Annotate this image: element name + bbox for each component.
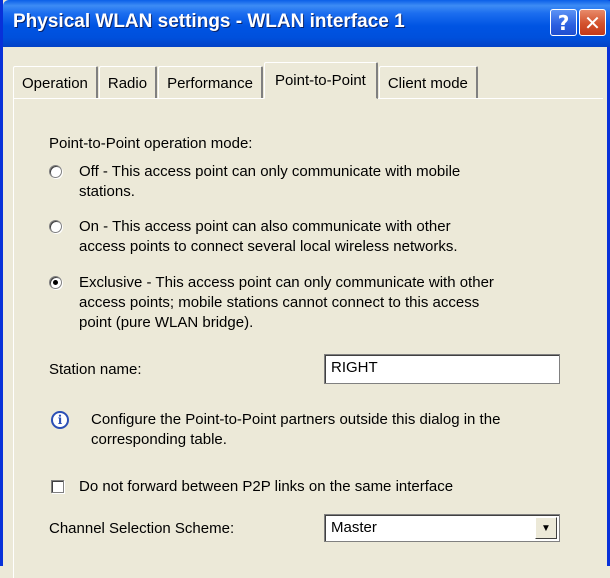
tab-performance[interactable]: Performance [158, 66, 263, 99]
close-button[interactable]: ✕ [579, 9, 606, 36]
no-forward-checkbox[interactable] [51, 480, 64, 493]
radio-exclusive-label-line2: access points; mobile stations cannot co… [79, 294, 480, 311]
radio-off-label-line1: Off - This access point can only communi… [79, 163, 461, 180]
tab-client-mode[interactable]: Client mode [378, 66, 478, 99]
help-button[interactable]: ? [550, 9, 577, 36]
close-icon: ✕ [584, 10, 601, 35]
mode-heading: Point-to-Point operation mode: [49, 135, 253, 152]
channel-scheme-value: Master [331, 519, 377, 536]
channel-scheme-select[interactable]: Master ▼ [324, 514, 560, 542]
radio-on[interactable] [49, 220, 62, 233]
radio-exclusive-label-line3: point (pure WLAN bridge). [79, 314, 254, 331]
station-name-label: Station name: [49, 361, 142, 378]
radio-exclusive-label-line1: Exclusive - This access point can only c… [79, 274, 494, 291]
radio-exclusive[interactable] [49, 276, 62, 289]
tab-point-to-point[interactable]: Point-to-Point [263, 62, 378, 99]
radio-off[interactable] [49, 165, 62, 178]
info-text-line1: Configure the Point-to-Point partners ou… [91, 411, 501, 428]
dialog-window: Physical WLAN settings - WLAN interface … [0, 0, 610, 578]
radio-on-label-line2: access points to connect several local w… [79, 238, 458, 255]
channel-scheme-label: Channel Selection Scheme: [49, 520, 235, 537]
help-icon: ? [557, 10, 570, 35]
chevron-down-icon[interactable]: ▼ [535, 517, 557, 539]
title-bar[interactable]: Physical WLAN settings - WLAN interface … [3, 0, 610, 47]
radio-off-label-line2: stations. [79, 183, 135, 200]
radio-on-label-line1: On - This access point can also communic… [79, 218, 451, 235]
info-icon: i [51, 411, 69, 429]
tab-operation[interactable]: Operation [13, 66, 98, 99]
tab-strip: Operation Radio Performance Point-to-Poi… [13, 61, 479, 99]
station-name-input[interactable]: RIGHT [324, 354, 560, 384]
info-text-line2: corresponding table. [91, 431, 227, 448]
no-forward-label[interactable]: Do not forward between P2P links on the … [79, 477, 453, 497]
tab-radio[interactable]: Radio [98, 66, 158, 99]
window-title: Physical WLAN settings - WLAN interface … [13, 11, 405, 32]
